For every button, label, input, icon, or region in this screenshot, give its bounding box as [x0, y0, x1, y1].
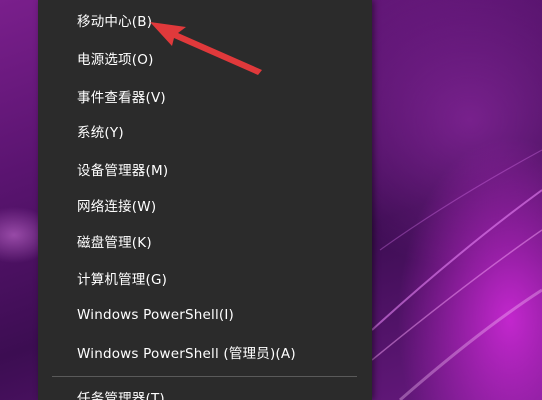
menu-item-label: 事件查看器(V)	[77, 90, 166, 106]
menu-item-label: Windows PowerShell(I)	[77, 307, 235, 323]
menu-item-label: 计算机管理(G)	[77, 272, 168, 288]
menu-item-system[interactable]: 系统(Y)	[38, 114, 372, 148]
menu-separator	[52, 376, 357, 377]
menu-item-windows-powershell[interactable]: Windows PowerShell(I)	[38, 298, 372, 332]
menu-item-label: 网络连接(W)	[77, 199, 157, 215]
menu-item-label: 任务管理器(T)	[77, 391, 165, 400]
menu-item-label: 移动中心(B)	[77, 14, 153, 30]
menu-item-computer-management[interactable]: 计算机管理(G)	[38, 261, 372, 295]
menu-item-task-manager[interactable]: 任务管理器(T)	[38, 380, 372, 400]
menu-item-network-connections[interactable]: 网络连接(W)	[38, 188, 372, 222]
menu-item-label: 系统(Y)	[77, 125, 124, 141]
menu-item-windows-powershell-admin[interactable]: Windows PowerShell (管理员)(A)	[38, 335, 372, 369]
menu-item-label: Windows PowerShell (管理员)(A)	[77, 346, 296, 362]
menu-item-label: 磁盘管理(K)	[77, 235, 152, 251]
menu-item-mobility-center[interactable]: 移动中心(B)	[38, 3, 372, 37]
menu-item-disk-management[interactable]: 磁盘管理(K)	[38, 224, 372, 258]
menu-item-event-viewer[interactable]: 事件查看器(V)	[38, 79, 372, 113]
winx-context-menu: 移动中心(B) 电源选项(O) 事件查看器(V) 系统(Y) 设备管理器(M) …	[38, 0, 372, 400]
menu-item-power-options[interactable]: 电源选项(O)	[38, 41, 372, 75]
menu-item-label: 设备管理器(M)	[77, 163, 169, 179]
menu-item-label: 电源选项(O)	[77, 52, 154, 68]
menu-item-device-manager[interactable]: 设备管理器(M)	[38, 152, 372, 186]
